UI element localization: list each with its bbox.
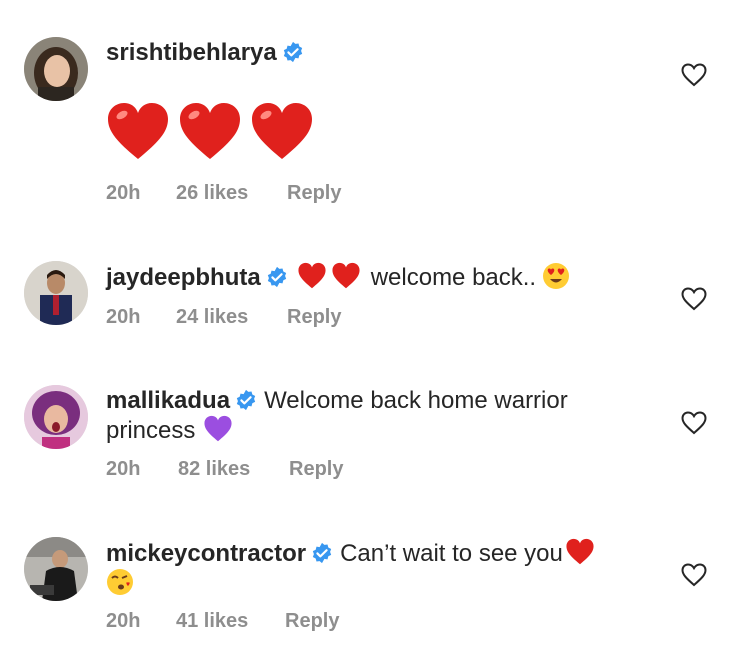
likes-count[interactable]: 82 likes bbox=[178, 458, 289, 481]
avatar-image bbox=[24, 261, 88, 325]
red-heart-emoji bbox=[252, 103, 312, 159]
timestamp[interactable]: 20h bbox=[106, 182, 176, 205]
timestamp[interactable]: 20h bbox=[106, 610, 176, 633]
username[interactable]: mallikadua bbox=[106, 387, 230, 414]
emoji-line bbox=[106, 101, 322, 168]
purple-heart-emoji bbox=[204, 415, 232, 442]
timestamp[interactable]: 20h bbox=[106, 458, 178, 481]
comment-text: Can’t wait to see you bbox=[340, 540, 563, 567]
avatar[interactable] bbox=[24, 261, 88, 325]
avatar[interactable] bbox=[24, 385, 88, 449]
avatar[interactable] bbox=[24, 537, 88, 601]
verified-badge-icon bbox=[267, 266, 286, 288]
comment-text-continued: princess bbox=[106, 417, 196, 444]
red-heart-emoji bbox=[180, 103, 240, 159]
verified-badge-icon bbox=[236, 389, 256, 411]
comment-meta: 20h 82 likes Reply bbox=[106, 458, 343, 481]
red-heart-emoji bbox=[566, 538, 594, 565]
like-heart-icon[interactable] bbox=[681, 287, 707, 311]
reply-button[interactable]: Reply bbox=[289, 458, 343, 481]
comment-header: mickeycontractor Can’t wait to see you bbox=[106, 538, 670, 598]
kiss-emoji bbox=[107, 569, 133, 595]
comment-header: mallikadua Welcome back home warrior princ… bbox=[106, 386, 670, 445]
comment-text: welcome back.. bbox=[370, 264, 537, 291]
username[interactable]: srishtibehlarya bbox=[106, 39, 277, 66]
username[interactable]: mickeycontractor bbox=[106, 540, 306, 567]
avatar-image bbox=[24, 37, 88, 101]
like-heart-icon[interactable] bbox=[681, 411, 707, 435]
reply-button[interactable]: Reply bbox=[287, 306, 341, 329]
like-heart-icon[interactable] bbox=[681, 63, 707, 87]
comment-header: srishtibehlarya bbox=[106, 38, 670, 67]
reply-button[interactable]: Reply bbox=[285, 610, 339, 633]
comment-meta: 20h 24 likes Reply bbox=[106, 306, 341, 329]
verified-badge-icon bbox=[312, 542, 332, 564]
heart-eyes-emoji bbox=[543, 263, 570, 289]
red-heart-emoji bbox=[332, 262, 360, 289]
comment-meta: 20h 26 likes Reply bbox=[106, 182, 341, 205]
reply-button[interactable]: Reply bbox=[287, 182, 341, 205]
comment-text: Welcome back home warrior bbox=[264, 387, 568, 414]
red-heart-emoji bbox=[298, 262, 326, 289]
avatar-image bbox=[24, 385, 88, 449]
red-heart-emoji bbox=[108, 103, 168, 159]
comment-header: jaydeepbhuta welcome back.. bbox=[106, 262, 670, 292]
likes-count[interactable]: 41 likes bbox=[176, 610, 285, 633]
likes-count[interactable]: 26 likes bbox=[176, 182, 287, 205]
timestamp[interactable]: 20h bbox=[106, 306, 176, 329]
avatar-image bbox=[24, 537, 88, 601]
username[interactable]: jaydeepbhuta bbox=[106, 264, 261, 291]
like-heart-icon[interactable] bbox=[681, 563, 707, 587]
avatar[interactable] bbox=[24, 37, 88, 101]
comment-meta: 20h 41 likes Reply bbox=[106, 610, 339, 633]
likes-count[interactable]: 24 likes bbox=[176, 306, 287, 329]
verified-badge-icon bbox=[283, 41, 302, 63]
